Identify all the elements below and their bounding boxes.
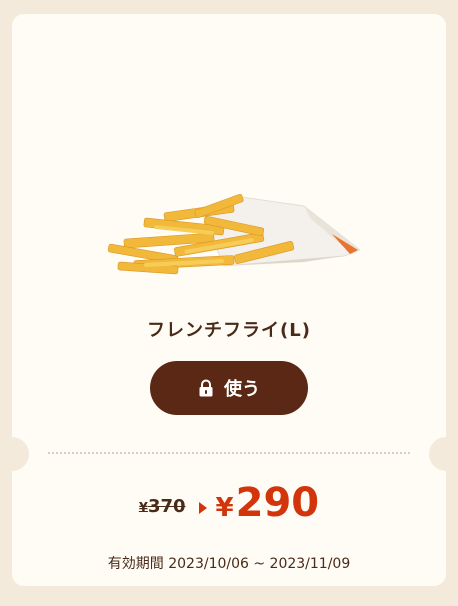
price-row: ¥370 ¥290 [12,479,446,523]
use-coupon-button[interactable]: 使う [150,361,308,415]
original-price-currency: ¥ [138,501,148,516]
ticket-notch-right [429,437,458,471]
perforation-divider [48,452,410,454]
discounted-price: ¥290 [216,483,320,523]
product-name: フレンチフライ(L) [147,320,311,341]
ticket-notch-left [0,437,29,471]
coupon-card: フレンチフライ(L) 使う ¥370 ¥290 有効期間 2023/10/06 … [0,14,458,586]
validity-range: 2023/10/06 ~ 2023/11/09 [168,556,351,572]
triangle-right-icon [198,502,207,514]
discounted-price-currency: ¥ [215,493,234,523]
lock-icon [199,379,213,397]
original-price-value: 370 [147,496,186,517]
original-price: ¥370 [139,496,186,517]
validity-period: 有効期間 2023/10/06 ~ 2023/11/09 [12,553,446,573]
french-fries-image [107,193,360,275]
discounted-price-value: 290 [235,480,320,526]
use-coupon-label: 使う [224,379,260,400]
validity-label: 有効期間 [107,556,164,572]
